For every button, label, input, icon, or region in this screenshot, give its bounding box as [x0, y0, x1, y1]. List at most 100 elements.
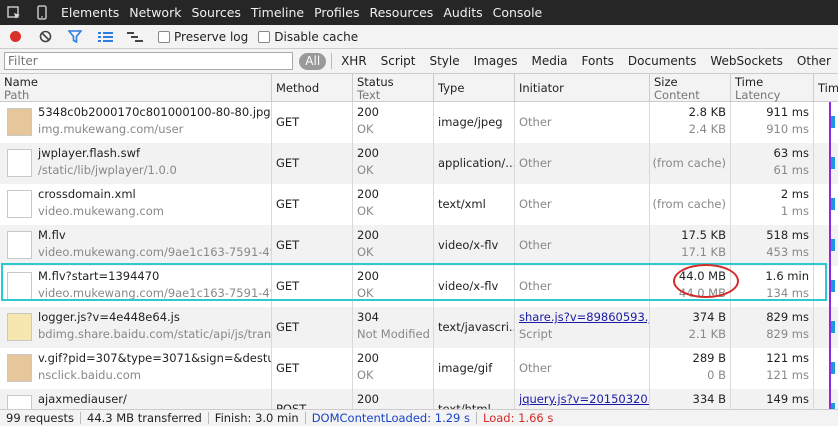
file-icon [7, 395, 32, 409]
initiator-link[interactable]: jquery.js?v=20150320... [519, 392, 649, 406]
disable-cache-checkbox[interactable]: Disable cache [258, 30, 358, 44]
filter-type-script[interactable]: Script [374, 49, 423, 74]
transfer-size: 334 B [692, 392, 727, 406]
request-name[interactable]: 5348c0b2000170c801000100-80-80.jpg [38, 105, 271, 119]
request-name[interactable]: jwplayer.flash.swf [38, 146, 140, 160]
request-name[interactable]: logger.js?v=4e448e64.js [38, 310, 180, 324]
table-row[interactable]: M.flv?start=1394470 video.mukewang.com/9a… [0, 266, 838, 307]
time-cell: 63 ms 61 ms [730, 143, 813, 184]
column-sublabel: Text [357, 88, 381, 102]
clear-icon [39, 30, 51, 43]
request-name[interactable]: M.flv?start=1394470 [38, 269, 159, 283]
device-mode-icon[interactable] [28, 0, 56, 25]
finish-time: Finish: 3.0 min [214, 411, 299, 425]
table-row[interactable]: jwplayer.flash.swf/static/lib/jwplayer/1… [0, 143, 838, 184]
tab-timeline[interactable]: Timeline [246, 0, 309, 25]
record-icon [9, 31, 21, 42]
large-rows-button[interactable] [90, 25, 120, 49]
filter-type-all[interactable]: All [299, 52, 327, 70]
request-path: video.mukewang.com [38, 204, 164, 218]
initiator-cell: Other [514, 102, 649, 143]
table-row[interactable]: ajaxmediauser/POST 200 text/html jquery.js?… [0, 389, 838, 409]
file-icon [7, 149, 32, 177]
tab-profiles[interactable]: Profiles [309, 0, 364, 25]
status-code: 200 [357, 105, 379, 119]
filter-toggle-button[interactable] [60, 25, 90, 49]
table-row[interactable]: crossdomain.xml video.mukewang.com GET 200 O… [0, 184, 838, 225]
column-sublabel: Latency [735, 88, 781, 102]
filter-type-websockets[interactable]: WebSockets [703, 49, 790, 74]
initiator-cell: Other [514, 348, 649, 389]
timeline-bar [831, 280, 835, 292]
timeline-bar [831, 116, 835, 128]
filter-type-xhr[interactable]: XHR [334, 49, 374, 74]
request-name[interactable]: ajaxmediauser/ [38, 392, 127, 406]
inspect-icon[interactable] [0, 0, 28, 25]
table-row[interactable]: M.flv video.mukewang.com/9ae1c163-7591-4f… [0, 225, 838, 266]
request-method: GET [276, 279, 300, 293]
clear-button[interactable] [30, 25, 60, 49]
tab-audits[interactable]: Audits [438, 0, 487, 25]
mime-type: text/xml [438, 197, 486, 211]
type-cell: text/html [433, 389, 514, 409]
overview-button[interactable] [120, 25, 150, 49]
request-latency: 134 ms [766, 286, 809, 300]
filter-divider [331, 53, 333, 69]
filter-type-fonts[interactable]: Fonts [575, 49, 621, 74]
tab-console[interactable]: Console [488, 0, 548, 25]
tab-elements[interactable]: Elements [56, 0, 124, 25]
request-name[interactable]: v.gif?pid=307&type=3071&sign=&desturl... [38, 351, 271, 365]
request-time: 829 ms [766, 310, 809, 324]
status-text: OK [357, 245, 374, 259]
type-cell: text/javascri... [433, 307, 514, 348]
initiator-link[interactable]: share.js?v=89860593.j... [519, 310, 649, 324]
status-text: OK [357, 286, 374, 300]
column-header-timeline[interactable]: Time [813, 74, 838, 102]
checkbox-box[interactable] [158, 30, 170, 43]
status-text: OK [357, 163, 374, 177]
column-header-time[interactable]: Time Latency [730, 74, 813, 102]
status-text: Not Modified [357, 327, 430, 341]
network-request-grid: Name Path Method Status Text Type Initia… [0, 74, 838, 409]
filter-type-documents[interactable]: Documents [621, 49, 703, 74]
preserve-log-checkbox[interactable]: Preserve log [158, 30, 248, 44]
tab-network[interactable]: Network [124, 0, 186, 25]
filter-type-images[interactable]: Images [467, 49, 525, 74]
column-header-status[interactable]: Status Text [352, 74, 433, 102]
tab-resources[interactable]: Resources [364, 0, 438, 25]
tab-sources[interactable]: Sources [186, 0, 245, 25]
table-row[interactable]: v.gif?pid=307&type=3071&sign=&desturl...… [0, 348, 838, 389]
record-button[interactable] [0, 25, 30, 49]
table-row[interactable]: logger.js?v=4e448e64.js bdimg.share.baidu… [0, 307, 838, 348]
column-header-size[interactable]: Size Content [649, 74, 730, 102]
request-path: img.mukewang.com/user [38, 122, 184, 136]
filter-type-style[interactable]: Style [422, 49, 466, 74]
column-header-name[interactable]: Name Path [0, 74, 271, 102]
table-row[interactable]: 5348c0b2000170c801000100-80-80.jpg img.mu… [0, 102, 838, 143]
method-cell: GET [271, 184, 352, 225]
status-code: 200 [357, 269, 379, 283]
checkbox-box[interactable] [258, 30, 271, 43]
column-header-type[interactable]: Type [433, 74, 514, 102]
status-cell: 200 OK [352, 225, 433, 266]
method-cell: GET [271, 348, 352, 389]
filter-type-other[interactable]: Other [790, 49, 838, 74]
status-code: 200 [357, 187, 379, 201]
request-name[interactable]: crossdomain.xml [38, 187, 136, 201]
size-cell: (from cache) [649, 143, 730, 184]
type-cell: video/x-flv [433, 225, 514, 266]
preserve-log-label: Preserve log [174, 29, 249, 44]
size-cell: 2.8 KB 2.4 KB [649, 102, 730, 143]
timeline-bar [831, 239, 835, 251]
column-header-method[interactable]: Method [271, 74, 352, 102]
status-code: 200 [357, 146, 379, 160]
column-header-initiator[interactable]: Initiator [514, 74, 649, 102]
column-sublabel: Path [4, 88, 30, 102]
request-name[interactable]: M.flv [38, 228, 66, 242]
method-cell: POST [271, 389, 352, 409]
filter-input[interactable] [4, 52, 294, 70]
filter-type-media[interactable]: Media [524, 49, 574, 74]
name-cell: v.gif?pid=307&type=3071&sign=&desturl...… [0, 348, 271, 389]
request-method: GET [276, 320, 300, 334]
method-cell: GET [271, 266, 352, 307]
